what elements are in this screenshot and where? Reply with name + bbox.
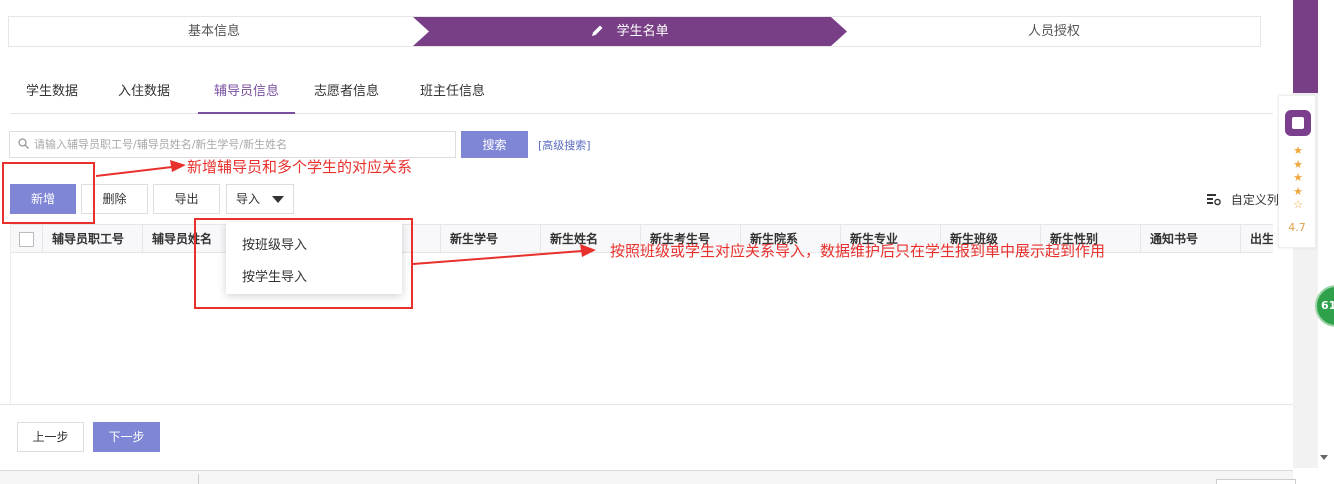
annotation-import-note: 按照班级或学生对应关系导入，数据维护后只在学生报到单中展示起到作用 bbox=[610, 242, 1106, 260]
annotation-new-note: 新增辅导员和多个学生的对应关系 bbox=[187, 158, 413, 176]
